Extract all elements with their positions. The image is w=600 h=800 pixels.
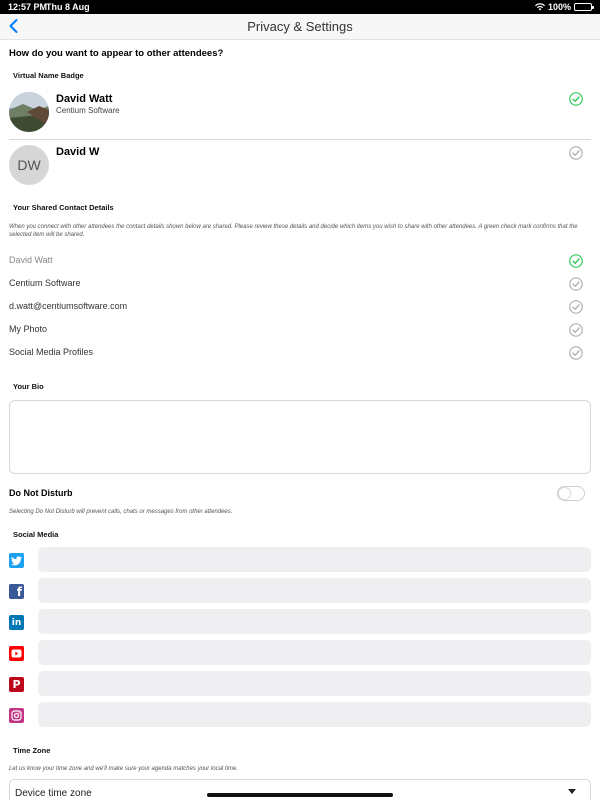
dnd-toggle[interactable] [557,486,585,501]
badge-option-full[interactable]: David Watt Centium Software [0,90,600,138]
toggle-knob [559,488,570,499]
check-circle-icon[interactable] [569,146,583,160]
social-row-instagram [0,702,600,728]
bio-label: Your Bio [13,382,44,391]
contact-info-text: When you connect with other attendees th… [9,224,578,238]
check-circle-icon[interactable] [569,323,583,337]
battery-icon [574,3,594,11]
avatar-initials: DW [9,145,49,185]
youtube-icon [9,646,24,661]
page-title: Privacy & Settings [247,19,353,34]
facebook-input[interactable] [38,578,591,603]
social-row-linkedin: in [0,609,600,635]
status-time: 12:57 PM [8,2,48,12]
status-date: Thu 8 Aug [46,2,90,12]
twitter-input[interactable] [38,547,591,572]
social-row-facebook: f [0,578,600,604]
pinterest-icon: P [9,677,24,692]
divider [9,139,591,140]
youtube-input[interactable] [38,640,591,665]
social-row-pinterest: P [0,671,600,697]
home-indicator [207,793,393,797]
check-circle-icon[interactable] [569,346,583,360]
contact-item-label: Social Media Profiles [9,347,94,357]
instagram-icon [9,708,24,723]
check-circle-icon[interactable] [569,277,583,291]
contact-item-label: Centium Software [9,278,81,288]
badge-company: Centium Software [56,106,120,115]
time-zone-info: Let us know your time zone and we'll mak… [9,766,238,772]
twitter-icon [9,553,24,568]
contact-item-label: David Watt [9,255,53,265]
avatar [9,92,49,132]
landscape-photo-icon [9,92,49,132]
battery-percent: 100% [547,2,571,12]
facebook-icon: f [9,584,24,599]
check-circle-icon[interactable] [569,254,583,268]
status-bar: 12:57 PM Thu 8 Aug 100% [0,0,600,14]
badge-option-short[interactable]: DW David W [0,145,600,187]
time-zone-value: Device time zone [15,788,92,799]
time-zone-label: Time Zone [13,746,51,755]
pinterest-input[interactable] [38,671,591,696]
linkedin-input[interactable] [38,609,591,634]
navigation-bar: Privacy & Settings [0,14,600,40]
contact-item-label: My Photo [9,324,48,334]
badge-name: David Watt [56,93,113,105]
shared-contact-label: Your Shared Contact Details [13,203,114,212]
social-row-twitter [0,547,600,573]
instagram-input[interactable] [38,702,591,727]
wifi-icon [534,3,545,11]
virtual-name-badge-label: Virtual Name Badge [13,71,84,80]
linkedin-icon: in [9,615,24,630]
social-row-youtube [0,640,600,666]
badge-name: David W [56,146,100,158]
social-media-label: Social Media [13,530,59,539]
contact-item-label: d.watt@centiumsoftware.com [9,301,128,311]
caret-down-icon [568,789,576,794]
check-circle-icon[interactable] [569,300,583,314]
bio-textarea[interactable] [9,400,591,474]
check-circle-icon[interactable] [569,92,583,106]
dnd-label: Do Not Disturb [9,488,73,498]
dnd-info-text: Selecting Do Not Disturb will prevent ca… [9,509,233,515]
appearance-question: How do you want to appear to other atten… [9,48,224,59]
status-right: 100% [534,2,594,12]
